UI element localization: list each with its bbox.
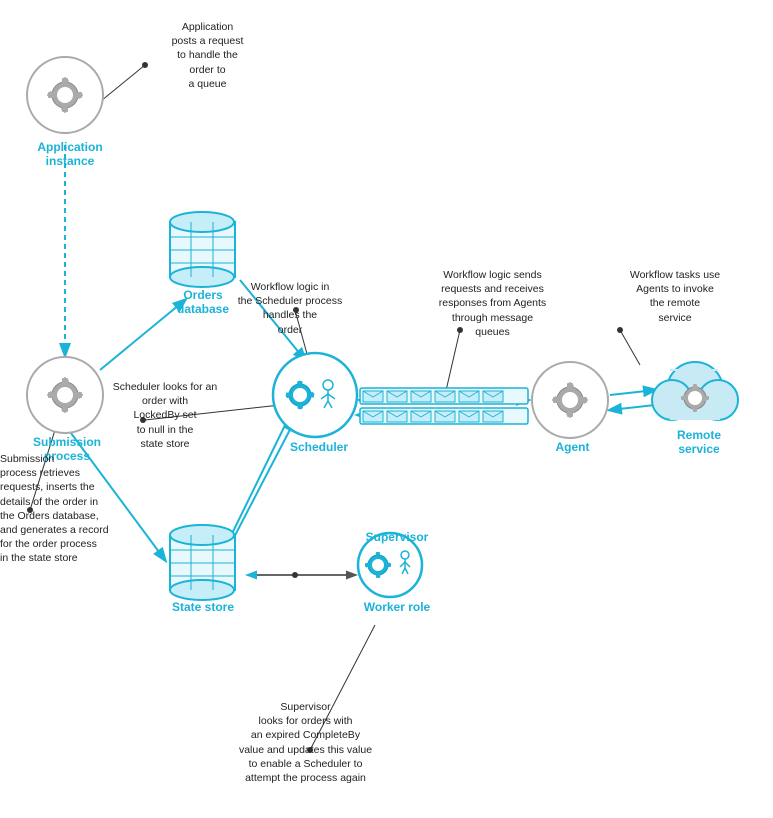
- message-queue-lower: [360, 408, 528, 424]
- diagram: Applicationinstance Ordersdatabase Submi…: [0, 0, 773, 818]
- annotation-workflow-agent: Workflow logic sendsrequests and receive…: [420, 268, 565, 339]
- app-instance-label: Applicationinstance: [30, 140, 110, 168]
- remote-service-cloud: [652, 362, 738, 420]
- state-store-node: [170, 525, 235, 600]
- annotation-scheduler-looks: Scheduler looks for anorder withLockedBy…: [105, 380, 225, 451]
- annotation-supervisor-looks: Supervisorlooks for orders withan expire…: [218, 700, 393, 785]
- annotation-workflow-scheduler: Workflow logic inthe Scheduler processha…: [225, 280, 355, 337]
- remote-service-label: Remoteservice: [659, 428, 739, 456]
- scheduler-label: Scheduler: [279, 440, 359, 454]
- annotation-app-posts: Applicationposts a requestto handle theo…: [150, 20, 265, 91]
- message-queue-upper: [360, 388, 528, 404]
- annotation-workflow-tasks: Workflow tasks useAgents to invokethe re…: [605, 268, 745, 325]
- worker-role-label: Worker role: [352, 600, 442, 614]
- agent-label: Agent: [545, 440, 600, 454]
- annotation-submission-retrieves: Submissionprocess retrievesrequests, ins…: [0, 452, 115, 565]
- orders-database-node: [170, 212, 235, 287]
- supervisor-label: Supervisor: [352, 530, 442, 544]
- state-store-label: State store: [167, 600, 239, 614]
